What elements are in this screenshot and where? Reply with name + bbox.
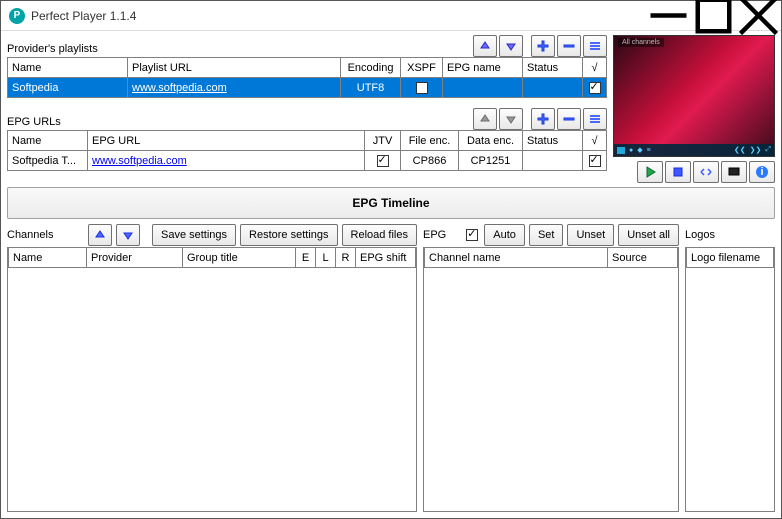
epg-remove-button[interactable] <box>557 108 581 130</box>
col-url[interactable]: Playlist URL <box>128 58 341 78</box>
col-encoding[interactable]: Encoding <box>341 58 401 78</box>
col-group[interactable]: Group title <box>183 248 296 268</box>
cell-check[interactable] <box>583 151 607 171</box>
cell-dataenc[interactable]: CP1251 <box>459 151 523 171</box>
epg-unsetall-button[interactable]: Unset all <box>618 224 679 246</box>
cell-name[interactable]: Softpedia T... <box>8 151 88 171</box>
titlebar: P Perfect Player 1.1.4 <box>1 1 781 31</box>
epg-add-button[interactable] <box>531 108 555 130</box>
col-r[interactable]: R <box>336 248 356 268</box>
channels-table[interactable]: Name Provider Group title E L R EPG shif… <box>8 247 416 268</box>
expand-button[interactable] <box>693 161 719 183</box>
epg-panel: EPG Auto Set Unset Unset all Channel nam… <box>423 223 679 512</box>
col-status[interactable]: Status <box>523 131 583 151</box>
channel-down-button[interactable] <box>116 224 140 246</box>
playlist-settings-button[interactable] <box>583 35 607 57</box>
epgurl-row[interactable]: Softpedia T... www.softpedia.com CP866 C… <box>8 151 607 171</box>
col-provider[interactable]: Provider <box>87 248 183 268</box>
channels-empty <box>8 268 416 512</box>
reload-files-button[interactable]: Reload files <box>342 224 417 246</box>
minimize-button[interactable] <box>646 1 691 31</box>
epgurls-table[interactable]: Name EPG URL JTV File enc. Data enc. Sta… <box>7 130 607 171</box>
epg-settings-button[interactable] <box>583 108 607 130</box>
channels-panel: Channels Save settings Restore settings … <box>7 223 417 512</box>
cell-xspf[interactable] <box>401 78 443 98</box>
epg-set-button[interactable]: Set <box>529 224 564 246</box>
epg-empty <box>424 268 678 512</box>
col-shift[interactable]: EPG shift <box>356 248 416 268</box>
restore-settings-button[interactable]: Restore settings <box>240 224 337 246</box>
col-name[interactable]: Name <box>8 58 128 78</box>
col-check[interactable]: √ <box>583 58 607 78</box>
cell-url[interactable]: www.softpedia.com <box>88 151 365 171</box>
app-icon: P <box>9 8 25 24</box>
epg-timeline-button[interactable]: EPG Timeline <box>7 187 775 219</box>
epg-auto-button[interactable]: Auto <box>484 224 525 246</box>
epg-move-up-button[interactable] <box>473 108 497 130</box>
epgurls-section: EPG URLs Name EPG URL JT <box>7 108 607 171</box>
maximize-button[interactable] <box>691 1 736 31</box>
channel-up-button[interactable] <box>88 224 112 246</box>
cell-epg[interactable] <box>443 78 523 98</box>
screen-button[interactable] <box>721 161 747 183</box>
epg-unset-button[interactable]: Unset <box>567 224 614 246</box>
col-fileenc[interactable]: File enc. <box>401 131 459 151</box>
col-epg[interactable]: EPG name <box>443 58 523 78</box>
play-button[interactable] <box>637 161 663 183</box>
col-source[interactable]: Source <box>608 248 678 268</box>
col-status[interactable]: Status <box>523 58 583 78</box>
col-check[interactable]: √ <box>583 131 607 151</box>
window-title: Perfect Player 1.1.4 <box>31 9 646 23</box>
cell-fileenc[interactable]: CP866 <box>401 151 459 171</box>
playlist-remove-button[interactable] <box>557 35 581 57</box>
col-xspf[interactable]: XSPF <box>401 58 443 78</box>
video-preview[interactable]: All channels ●◆≡ ❮❮❯❯⤢ <box>613 35 775 157</box>
cell-name[interactable]: Softpedia <box>8 78 128 98</box>
epg-label-bottom: EPG <box>423 229 446 241</box>
playlists-label: Provider's playlists <box>7 43 473 57</box>
cell-status[interactable] <box>523 78 583 98</box>
logos-empty <box>686 268 774 512</box>
col-url[interactable]: EPG URL <box>88 131 365 151</box>
col-e[interactable]: E <box>296 248 316 268</box>
col-filename[interactable]: Logo filename <box>687 248 774 268</box>
col-name[interactable]: Name <box>8 131 88 151</box>
cell-jtv[interactable] <box>365 151 401 171</box>
logos-label: Logos <box>685 229 715 241</box>
playlist-move-down-button[interactable] <box>499 35 523 57</box>
cell-url[interactable]: www.softpedia.com <box>128 78 341 98</box>
logos-table[interactable]: Logo filename <box>686 247 774 268</box>
playlist-move-up-button[interactable] <box>473 35 497 57</box>
col-l[interactable]: L <box>316 248 336 268</box>
preview-play-icon <box>617 147 625 154</box>
cell-check[interactable] <box>583 78 607 98</box>
preview-label: All channels <box>618 38 664 47</box>
col-name[interactable]: Name <box>9 248 87 268</box>
col-channel[interactable]: Channel name <box>425 248 608 268</box>
col-dataenc[interactable]: Data enc. <box>459 131 523 151</box>
channels-label: Channels <box>7 229 53 241</box>
cell-status[interactable] <box>523 151 583 171</box>
svg-text:i: i <box>760 166 763 178</box>
playlist-add-button[interactable] <box>531 35 555 57</box>
epgurls-label: EPG URLs <box>7 116 473 130</box>
playlist-row[interactable]: Softpedia www.softpedia.com UTF8 <box>8 78 607 98</box>
col-jtv[interactable]: JTV <box>365 131 401 151</box>
epg-table[interactable]: Channel name Source <box>424 247 678 268</box>
close-button[interactable] <box>736 1 781 31</box>
stop-button[interactable] <box>665 161 691 183</box>
logos-panel: Logos Logo filename <box>685 223 775 512</box>
epg-auto-checkbox[interactable] <box>466 229 478 241</box>
epg-move-down-button[interactable] <box>499 108 523 130</box>
playlists-table[interactable]: Name Playlist URL Encoding XSPF EPG name… <box>7 57 607 98</box>
save-settings-button[interactable]: Save settings <box>152 224 236 246</box>
cell-encoding[interactable]: UTF8 <box>341 78 401 98</box>
info-button[interactable]: i <box>749 161 775 183</box>
playlists-section: Provider's playlists Name Playlist U <box>7 35 607 98</box>
